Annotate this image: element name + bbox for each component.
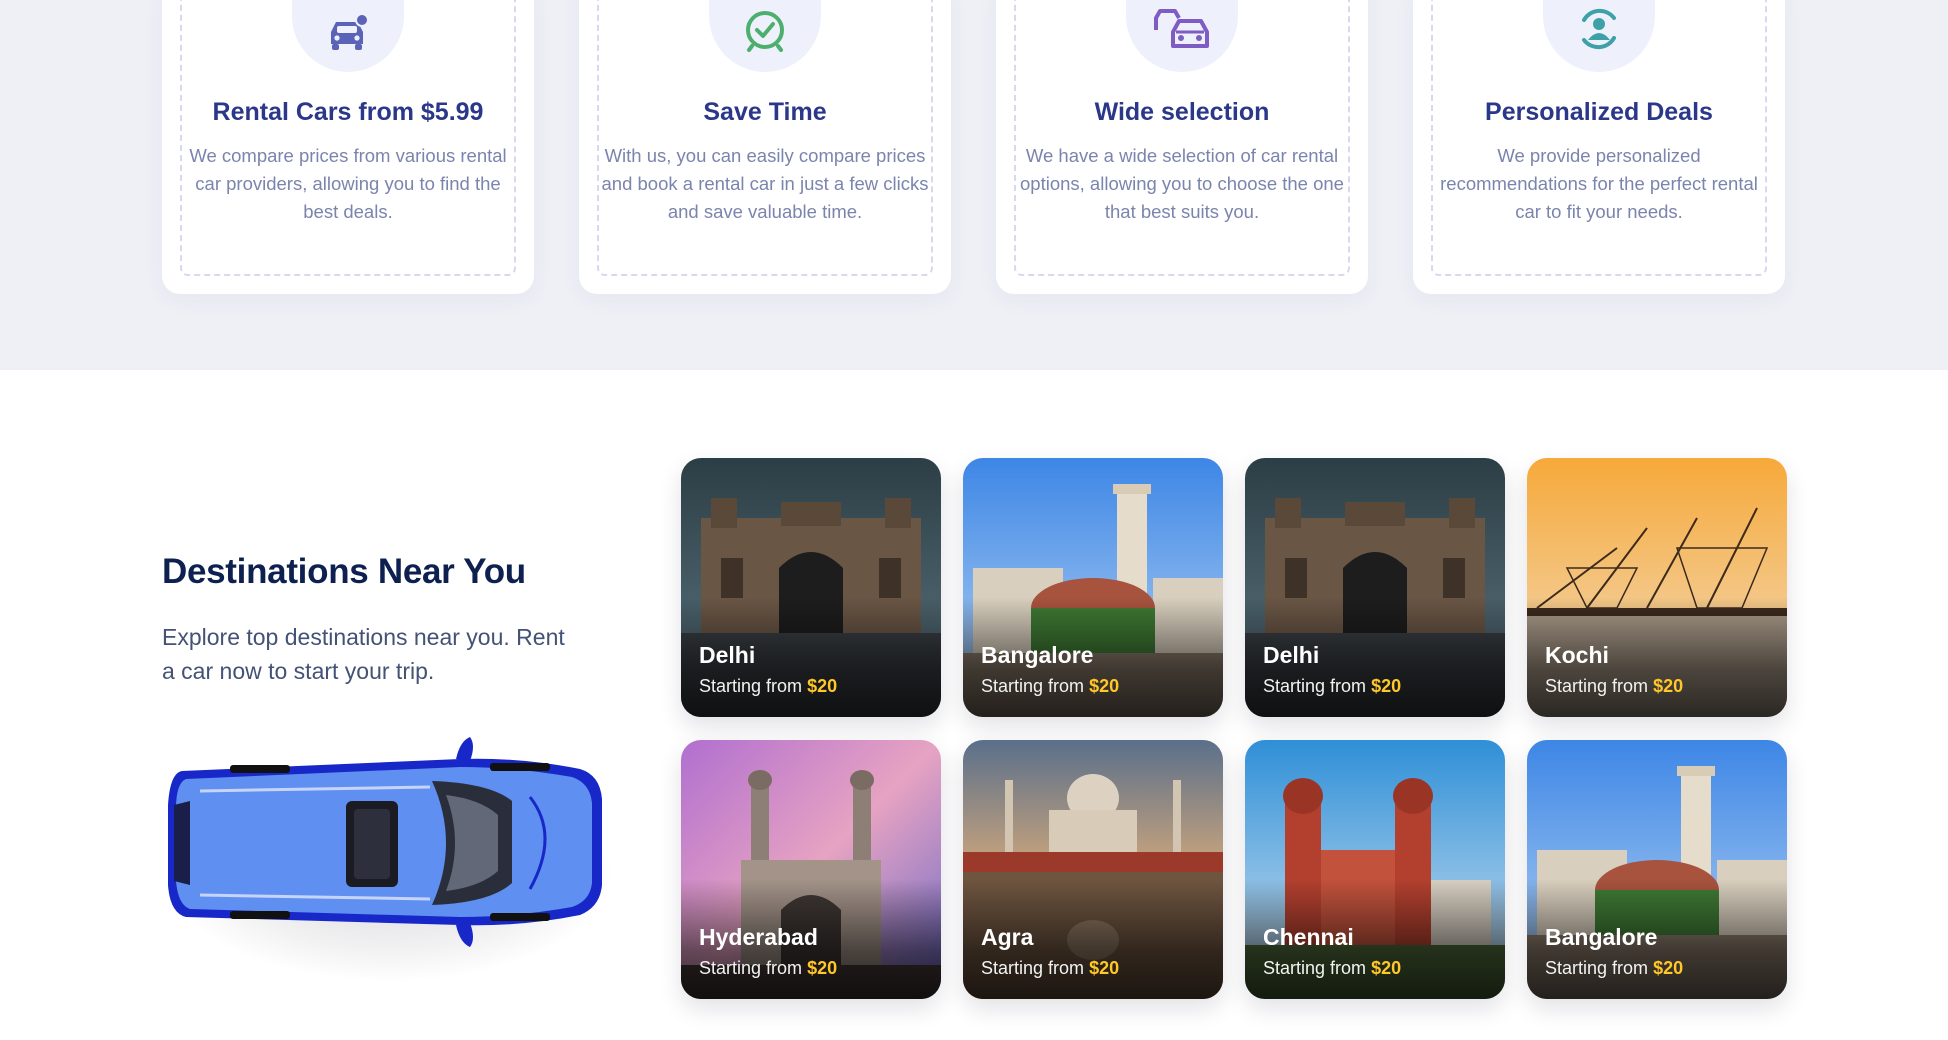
price-amount: $20 [1653, 676, 1684, 696]
price-amount: $20 [1653, 958, 1684, 978]
destination-name: Bangalore [1545, 924, 1658, 950]
destination-card-hyderabad[interactable]: Hyderabad Starting from $20 [681, 740, 941, 999]
price-amount: $20 [807, 958, 838, 978]
feature-description: We provide personalized recommendations … [1440, 145, 1758, 222]
feature-card-rental-cars: Rental Cars from $5.99 We compare prices… [162, 0, 534, 294]
price-amount: $20 [1089, 676, 1120, 696]
destination-price: Starting from $20 [1545, 958, 1683, 979]
feature-card-save-time: Save Time With us, you can easily compar… [579, 0, 951, 294]
destination-name: Hyderabad [699, 924, 818, 950]
destination-name: Kochi [1545, 642, 1609, 668]
blue-suv-image [168, 737, 602, 947]
price-amount: $20 [1371, 676, 1402, 696]
feature-card-wide-selection: Wide selection We have a wide selection … [996, 0, 1368, 294]
destination-name: Agra [981, 924, 1034, 950]
price-prefix: Starting from [981, 958, 1085, 978]
destination-name: Delhi [1263, 642, 1320, 668]
feature-title: Personalized Deals [1485, 98, 1713, 126]
price-prefix: Starting from [1545, 958, 1649, 978]
feature-card-personalized-deals: Personalized Deals We provide personaliz… [1413, 0, 1785, 294]
car-selection-icon [1154, 9, 1209, 48]
price-prefix: Starting from [1545, 676, 1649, 696]
price-amount: $20 [807, 676, 838, 696]
destination-price: Starting from $20 [1263, 958, 1401, 979]
features-section: Rental Cars from $5.99 We compare prices… [0, 0, 1948, 370]
destination-price: Starting from $20 [981, 676, 1119, 697]
destination-card-delhi[interactable]: Delhi Starting from $20 [1245, 458, 1505, 717]
destination-card-delhi[interactable]: Delhi Starting from $20 [681, 458, 941, 717]
check-clock-icon [746, 11, 784, 52]
destination-card-bangalore[interactable]: Bangalore Starting from $20 [1527, 740, 1787, 999]
price-prefix: Starting from [981, 676, 1085, 696]
price-prefix: Starting from [1263, 676, 1367, 696]
destination-card-kochi[interactable]: Kochi Starting from $20 [1527, 458, 1787, 717]
feature-title: Wide selection [1094, 98, 1270, 126]
destination-card-chennai[interactable]: Chennai Starting from $20 [1245, 740, 1505, 999]
car-rental-icon [331, 14, 369, 50]
destination-card-bangalore[interactable]: Bangalore Starting from $20 [963, 458, 1223, 717]
destinations-heading: Destinations Near You [162, 552, 526, 591]
destination-card-agra[interactable]: Agra Starting from $20 [963, 740, 1223, 999]
destination-name: Chennai [1263, 924, 1354, 950]
feature-description: With us, you can easily compare prices a… [601, 145, 929, 222]
destination-price: Starting from $20 [1545, 676, 1683, 697]
price-amount: $20 [1371, 958, 1402, 978]
price-amount: $20 [1089, 958, 1120, 978]
price-prefix: Starting from [699, 958, 803, 978]
destination-price: Starting from $20 [699, 958, 837, 979]
destination-price: Starting from $20 [1263, 676, 1401, 697]
feature-title: Save Time [703, 98, 827, 126]
price-prefix: Starting from [1263, 958, 1367, 978]
destination-price: Starting from $20 [699, 676, 837, 697]
feature-description: We have a wide selection of car rental o… [1020, 145, 1344, 222]
price-prefix: Starting from [699, 676, 803, 696]
destinations-subtitle: Explore top destinations near you. Rent … [162, 624, 565, 684]
destination-name: Bangalore [981, 642, 1094, 668]
personalized-user-icon [1582, 8, 1616, 50]
feature-description: We compare prices from various rental ca… [189, 145, 507, 222]
destination-price: Starting from $20 [981, 958, 1119, 979]
destination-name: Delhi [699, 642, 756, 668]
feature-title: Rental Cars from $5.99 [212, 98, 484, 126]
